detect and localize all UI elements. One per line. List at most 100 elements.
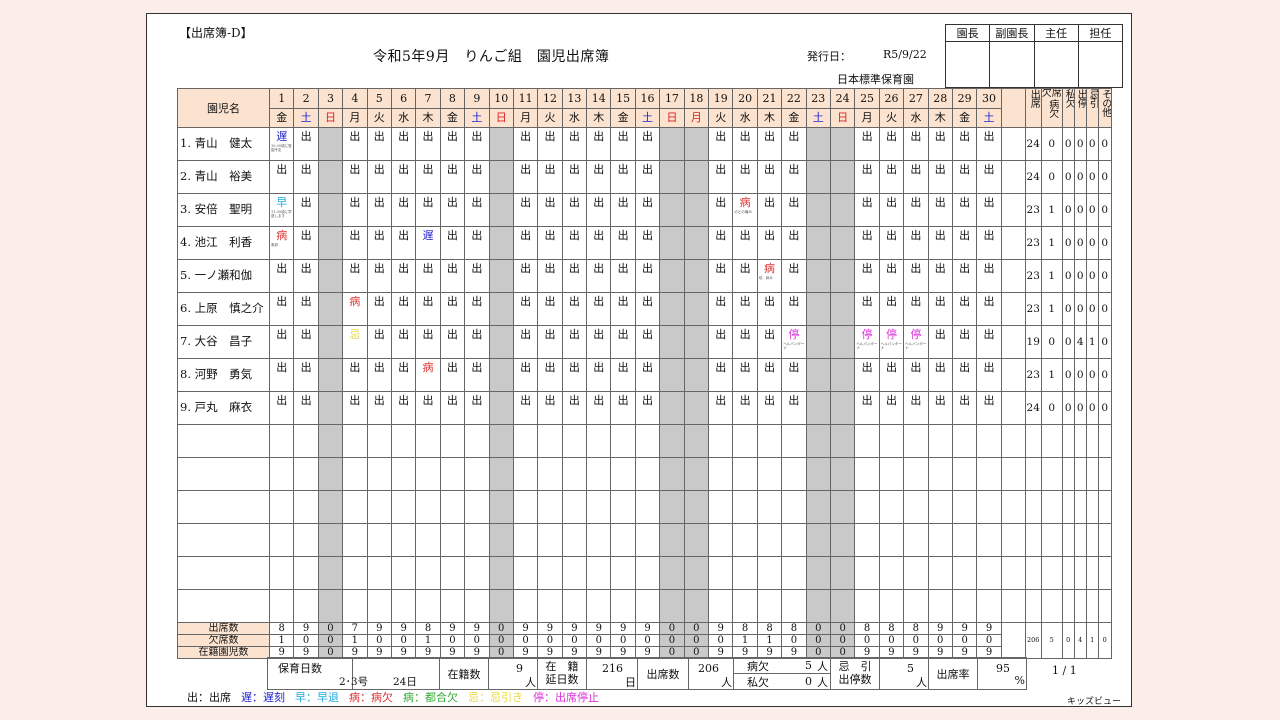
attendance-cell[interactable] (683, 226, 710, 260)
attendance-cell[interactable] (805, 589, 831, 623)
attendance-cell[interactable]: 出 (756, 292, 783, 326)
attendance-cell[interactable]: 出 (586, 160, 612, 194)
attendance-cell[interactable] (854, 523, 880, 557)
attendance-cell[interactable]: 出 (610, 259, 636, 293)
attendance-cell[interactable] (903, 556, 929, 590)
attendance-cell[interactable]: 出 (610, 325, 636, 359)
attendance-cell[interactable] (659, 358, 685, 392)
attendance-cell[interactable]: 停ヘルパンギーナ (781, 325, 807, 359)
attendance-cell[interactable] (512, 589, 539, 623)
attendance-cell[interactable]: 出 (439, 391, 466, 425)
attendance-cell[interactable]: 出 (586, 391, 612, 425)
attendance-cell[interactable] (537, 457, 563, 491)
approval-stamp-cell[interactable] (1033, 41, 1079, 88)
attendance-cell[interactable] (951, 589, 978, 623)
attendance-cell[interactable]: 出 (268, 292, 295, 326)
attendance-cell[interactable] (439, 556, 466, 590)
attendance-cell[interactable] (342, 523, 368, 557)
attendance-cell[interactable] (439, 457, 466, 491)
attendance-cell[interactable]: 出 (415, 193, 441, 227)
attendance-cell[interactable]: 出 (927, 391, 953, 425)
attendance-cell[interactable] (829, 457, 856, 491)
attendance-cell[interactable]: 出 (854, 391, 880, 425)
attendance-cell[interactable]: 出 (464, 325, 490, 359)
attendance-cell[interactable] (708, 523, 734, 557)
attendance-cell[interactable]: 出 (537, 259, 563, 293)
attendance-cell[interactable]: 出 (293, 325, 319, 359)
attendance-cell[interactable] (464, 523, 490, 557)
attendance-cell[interactable] (268, 490, 295, 524)
attendance-cell[interactable] (439, 589, 466, 623)
attendance-cell[interactable] (805, 325, 831, 359)
attendance-cell[interactable] (317, 391, 344, 425)
attendance-cell[interactable] (610, 556, 636, 590)
attendance-cell[interactable] (586, 424, 612, 458)
attendance-cell[interactable]: 出 (561, 391, 588, 425)
attendance-cell[interactable]: 出 (415, 127, 441, 161)
attendance-cell[interactable] (390, 490, 417, 524)
attendance-cell[interactable] (683, 193, 710, 227)
attendance-cell[interactable] (732, 556, 758, 590)
attendance-cell[interactable] (586, 457, 612, 491)
attendance-cell[interactable]: 出 (561, 325, 588, 359)
attendance-cell[interactable] (659, 490, 685, 524)
attendance-cell[interactable] (317, 193, 344, 227)
attendance-cell[interactable] (829, 127, 856, 161)
attendance-cell[interactable] (805, 226, 831, 260)
attendance-cell[interactable] (268, 589, 295, 623)
attendance-cell[interactable]: 出 (976, 325, 1002, 359)
attendance-cell[interactable]: 出 (512, 259, 539, 293)
attendance-cell[interactable]: 出 (464, 193, 490, 227)
attendance-cell[interactable] (683, 292, 710, 326)
attendance-cell[interactable] (951, 523, 978, 557)
attendance-cell[interactable] (537, 490, 563, 524)
attendance-cell[interactable] (586, 490, 612, 524)
attendance-cell[interactable] (439, 424, 466, 458)
attendance-cell[interactable]: 出 (293, 259, 319, 293)
attendance-cell[interactable] (439, 523, 466, 557)
attendance-cell[interactable]: 遅 10:30頃に登園予定 (268, 127, 295, 161)
attendance-cell[interactable] (805, 490, 831, 524)
attendance-cell[interactable] (683, 523, 710, 557)
attendance-cell[interactable] (805, 457, 831, 491)
attendance-cell[interactable]: 出 (439, 325, 466, 359)
attendance-cell[interactable]: 出 (976, 127, 1002, 161)
attendance-cell[interactable] (488, 556, 514, 590)
attendance-cell[interactable] (488, 391, 514, 425)
attendance-cell[interactable] (683, 325, 710, 359)
attendance-cell[interactable] (317, 259, 344, 293)
attendance-cell[interactable]: 出 (439, 160, 466, 194)
attendance-cell[interactable]: 病のどの痛み (732, 193, 758, 227)
attendance-cell[interactable] (683, 358, 710, 392)
attendance-cell[interactable]: 出 (927, 127, 953, 161)
attendance-cell[interactable]: 出 (366, 226, 392, 260)
attendance-cell[interactable]: 出 (854, 127, 880, 161)
attendance-cell[interactable]: 出 (439, 193, 466, 227)
attendance-cell[interactable] (317, 457, 344, 491)
attendance-cell[interactable]: 出 (390, 226, 417, 260)
attendance-cell[interactable] (366, 457, 392, 491)
attendance-cell[interactable] (293, 424, 319, 458)
attendance-cell[interactable]: 出 (708, 325, 734, 359)
attendance-cell[interactable]: 出 (268, 358, 295, 392)
attendance-cell[interactable]: 出 (268, 325, 295, 359)
attendance-cell[interactable] (610, 490, 636, 524)
attendance-cell[interactable] (805, 259, 831, 293)
attendance-cell[interactable] (708, 457, 734, 491)
attendance-cell[interactable] (659, 424, 685, 458)
attendance-cell[interactable] (415, 457, 441, 491)
attendance-cell[interactable]: 出 (586, 226, 612, 260)
attendance-cell[interactable] (805, 292, 831, 326)
attendance-cell[interactable]: 出 (561, 193, 588, 227)
attendance-cell[interactable] (634, 589, 661, 623)
attendance-cell[interactable] (293, 589, 319, 623)
attendance-cell[interactable]: 出 (903, 391, 929, 425)
attendance-cell[interactable] (464, 457, 490, 491)
attendance-cell[interactable]: 出 (561, 160, 588, 194)
attendance-cell[interactable] (829, 424, 856, 458)
attendance-cell[interactable]: 出 (464, 292, 490, 326)
attendance-cell[interactable]: 出 (927, 160, 953, 194)
attendance-cell[interactable] (781, 490, 807, 524)
attendance-cell[interactable]: 出 (268, 259, 295, 293)
attendance-cell[interactable] (366, 490, 392, 524)
